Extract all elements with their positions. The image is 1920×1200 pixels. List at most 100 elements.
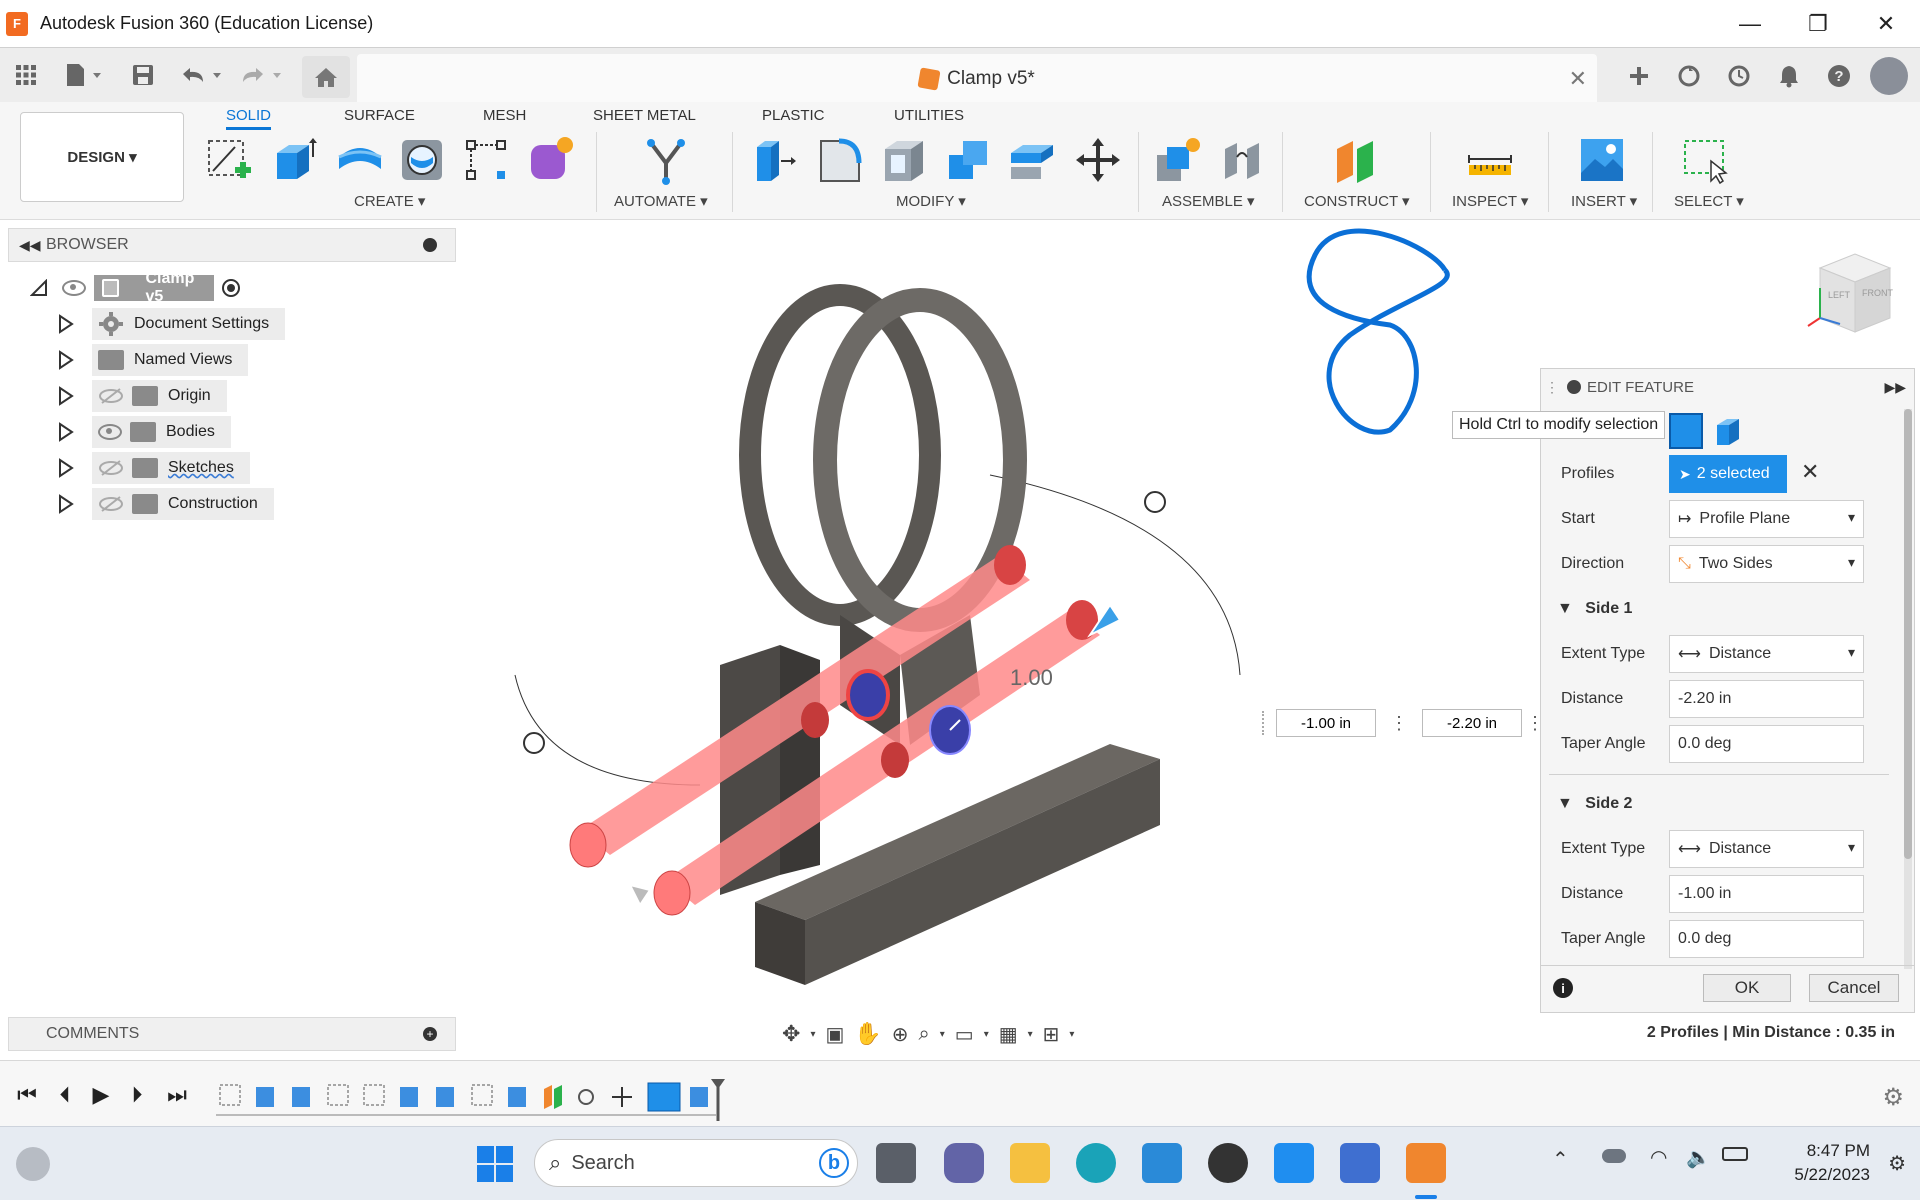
orbit-dropdown-icon[interactable]: ▾ [810,1029,815,1040]
taskbar-search[interactable]: ⌕ Search b [534,1139,858,1187]
pattern-icon[interactable] [460,134,512,186]
data-panel-grid-icon[interactable] [12,60,40,90]
add-comment-icon[interactable]: + [423,1027,437,1041]
panel-scrollbar[interactable] [1904,409,1912,969]
panel-minimize-icon[interactable] [1567,380,1581,394]
help-icon[interactable]: ? [1814,56,1864,96]
wifi-icon[interactable]: ◠ [1650,1145,1667,1170]
side2-header[interactable]: ▼ Side 2 [1557,795,1632,813]
hidden-eye-icon[interactable] [98,387,124,405]
profiles-selection-button[interactable]: ➤ 2 selected [1669,455,1787,493]
expand-triangle-icon[interactable] [58,314,74,334]
bing-icon[interactable]: b [819,1148,849,1178]
play-icon[interactable]: ▶ [88,1082,114,1107]
onedrive-cloud-icon[interactable] [1602,1149,1626,1163]
create-menu[interactable]: CREATE ▾ [354,192,425,210]
browser-item-named-views[interactable]: Named Views [58,344,249,376]
edit-feature-header[interactable]: ⋮ EDIT FEATURE ▶▶ [1541,369,1914,405]
modify-menu[interactable]: MODIFY ▾ [896,192,966,210]
collapse-browser-icon[interactable]: ◀◀ [19,237,41,254]
expand-triangle-icon[interactable] [58,494,74,514]
save-icon[interactable] [130,60,156,90]
browser-item-bodies[interactable]: Bodies [58,416,231,448]
side1-distance-field[interactable]: -2.20 in [1669,680,1864,718]
viewports-dropdown-icon[interactable]: ▾ [1069,1029,1074,1040]
construct-menu[interactable]: CONSTRUCT ▾ [1304,192,1410,210]
pan-hand-icon[interactable]: ✋ [854,1021,881,1047]
system-clock[interactable]: 8:47 PM 5/22/2023 [1760,1139,1870,1187]
viewports-icon[interactable]: ⊞ [1043,1022,1060,1047]
extensions-icon[interactable] [1664,56,1714,96]
timeline-features[interactable] [216,1079,736,1121]
side2-taper-field[interactable]: 0.0 deg [1669,920,1864,958]
measure-icon[interactable] [1464,134,1516,186]
start-dropdown[interactable]: ↦ Profile Plane [1669,500,1864,538]
browser-item-document-settings[interactable]: Document Settings [58,308,286,340]
side1-header[interactable]: ▼ Side 1 [1557,600,1632,618]
viewcube[interactable]: LEFT FRONT [1800,248,1896,344]
browser-item-origin[interactable]: Origin [58,380,227,412]
activate-radio-icon[interactable] [220,277,242,299]
side1-distance-input[interactable] [1422,709,1522,737]
create-sketch-icon[interactable] [204,134,256,186]
step-forward-icon[interactable]: ⏵ [124,1082,150,1107]
go-to-end-icon[interactable]: ⏭ [164,1082,190,1107]
edge-browser-icon[interactable] [1076,1143,1116,1183]
fit-dropdown-icon[interactable]: ▾ [940,1029,945,1040]
shell-icon[interactable] [878,134,930,186]
tab-solid[interactable]: SOLID [226,102,272,130]
fusion360-taskbar-icon[interactable] [1406,1143,1446,1183]
extrude-type-thin-icon[interactable] [1713,415,1743,447]
redo-icon[interactable] [238,60,284,90]
undo-icon[interactable] [178,60,224,90]
grid-settings-icon[interactable]: ▦ [999,1022,1018,1047]
press-pull-icon[interactable] [748,134,800,186]
model-viewport[interactable]: 1.00 [470,225,1540,1015]
file-explorer-icon[interactable] [1010,1143,1050,1183]
revolve-icon[interactable] [334,134,386,186]
browser-root-item[interactable]: Clamp v5 [94,270,214,305]
tab-mesh[interactable]: MESH [483,102,526,130]
expand-panel-icon[interactable]: ▶▶ [1884,379,1906,396]
automate-icon[interactable] [640,134,692,186]
extrude-icon[interactable] [268,134,320,186]
orbit-icon[interactable]: ✥ [782,1021,800,1047]
extrude-arrow-handle-2[interactable] [628,883,652,907]
rotate-handle[interactable] [523,732,545,754]
clear-selection-icon[interactable]: ✕ [1801,459,1819,485]
task-view-icon[interactable] [876,1143,916,1183]
collapse-triangle-icon[interactable] [30,279,48,297]
file-menu-icon[interactable] [62,60,106,90]
browser-item-construction[interactable]: Construction [58,488,274,520]
side1-taper-field[interactable]: 0.0 deg [1669,725,1864,763]
alexa-icon[interactable] [1274,1143,1314,1183]
offset-plane-icon[interactable] [1330,134,1382,186]
show-hidden-icons-chevron-icon[interactable]: ⌃ [1552,1147,1569,1172]
create-form-icon[interactable] [524,134,576,186]
new-component-icon[interactable] [1152,134,1204,186]
display-dropdown-icon[interactable]: ▾ [984,1029,989,1040]
go-to-start-icon[interactable]: ⏮ [14,1082,40,1107]
expand-triangle-icon[interactable] [58,350,74,370]
side1-extent-dropdown[interactable]: ⟷ Distance [1669,635,1864,673]
browser-root[interactable]: Clamp v5 [30,270,242,305]
select-icon[interactable] [1680,134,1732,186]
select-menu[interactable]: SELECT ▾ [1674,192,1744,210]
collapse-triangle-icon[interactable]: ▼ [1557,600,1573,617]
windows-start-icon[interactable] [476,1145,514,1183]
minimize-button[interactable]: — [1716,0,1784,47]
notification-center-icon[interactable]: ⚙ [1888,1151,1906,1176]
look-at-icon[interactable]: ▣ [825,1022,844,1047]
visibility-eye-icon[interactable] [98,424,122,440]
insert-canvas-icon[interactable] [1576,134,1628,186]
side2-distance-input[interactable] [1276,709,1376,737]
home-icon[interactable] [302,56,350,98]
job-status-icon[interactable] [1714,56,1764,96]
tab-sheet-metal[interactable]: SHEET METAL [593,102,696,130]
browser-item-sketches[interactable]: Sketches [58,452,250,484]
joint-icon[interactable] [1216,134,1268,186]
drag-handle-icon[interactable]: ⋮ [1390,713,1408,734]
info-icon[interactable]: i [1553,978,1573,998]
grid-dropdown-icon[interactable]: ▾ [1028,1029,1033,1040]
extrude-type-solid-icon[interactable] [1669,413,1703,449]
